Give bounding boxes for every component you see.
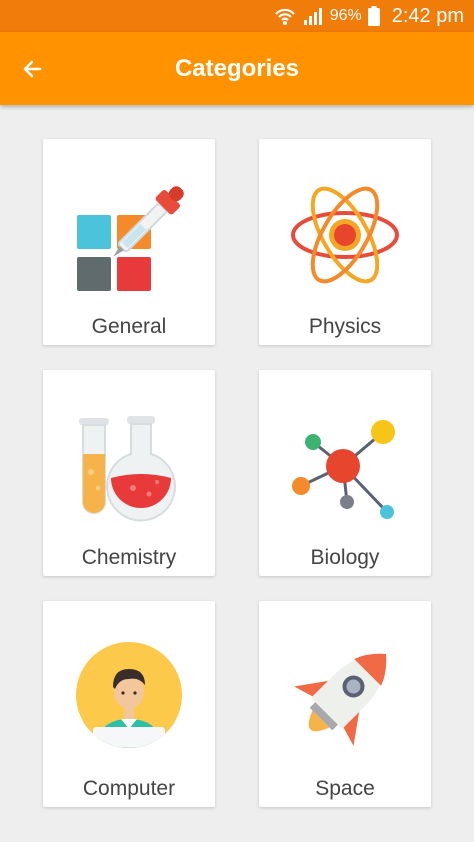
app-bar: Categories	[0, 32, 474, 105]
category-label: Computer	[82, 777, 176, 800]
page-title: Categories	[174, 55, 300, 82]
category-card-biology[interactable]: Biology	[259, 370, 431, 576]
status-bar: 96% 2:42 pm	[0, 0, 474, 32]
battery-percent: 96%	[329, 7, 362, 24]
category-card-physics[interactable]: Physics	[259, 139, 431, 345]
wifi-icon	[274, 8, 295, 25]
category-label: Chemistry	[81, 546, 177, 569]
flask-icon	[79, 416, 176, 522]
category-card-chemistry[interactable]: Chemistry	[43, 370, 215, 576]
clock: 2:42 pm	[391, 4, 464, 27]
person-laptop-icon	[76, 642, 182, 748]
category-label: General	[91, 315, 167, 338]
molecule-icon	[292, 420, 395, 519]
category-card-general[interactable]: General	[43, 139, 215, 345]
atom-icon	[291, 186, 399, 284]
status-icons: 96% 2:42 pm	[274, 0, 464, 32]
category-card-space[interactable]: Space	[259, 601, 431, 807]
category-label: Biology	[310, 546, 380, 569]
dropper-palette-icon	[77, 186, 184, 291]
category-label: Space	[315, 777, 375, 800]
rocket-icon	[294, 653, 387, 746]
category-label: Physics	[308, 315, 382, 338]
category-card-computer[interactable]: Computer	[43, 601, 215, 807]
signal-icon	[303, 8, 322, 25]
battery-icon	[367, 6, 380, 26]
